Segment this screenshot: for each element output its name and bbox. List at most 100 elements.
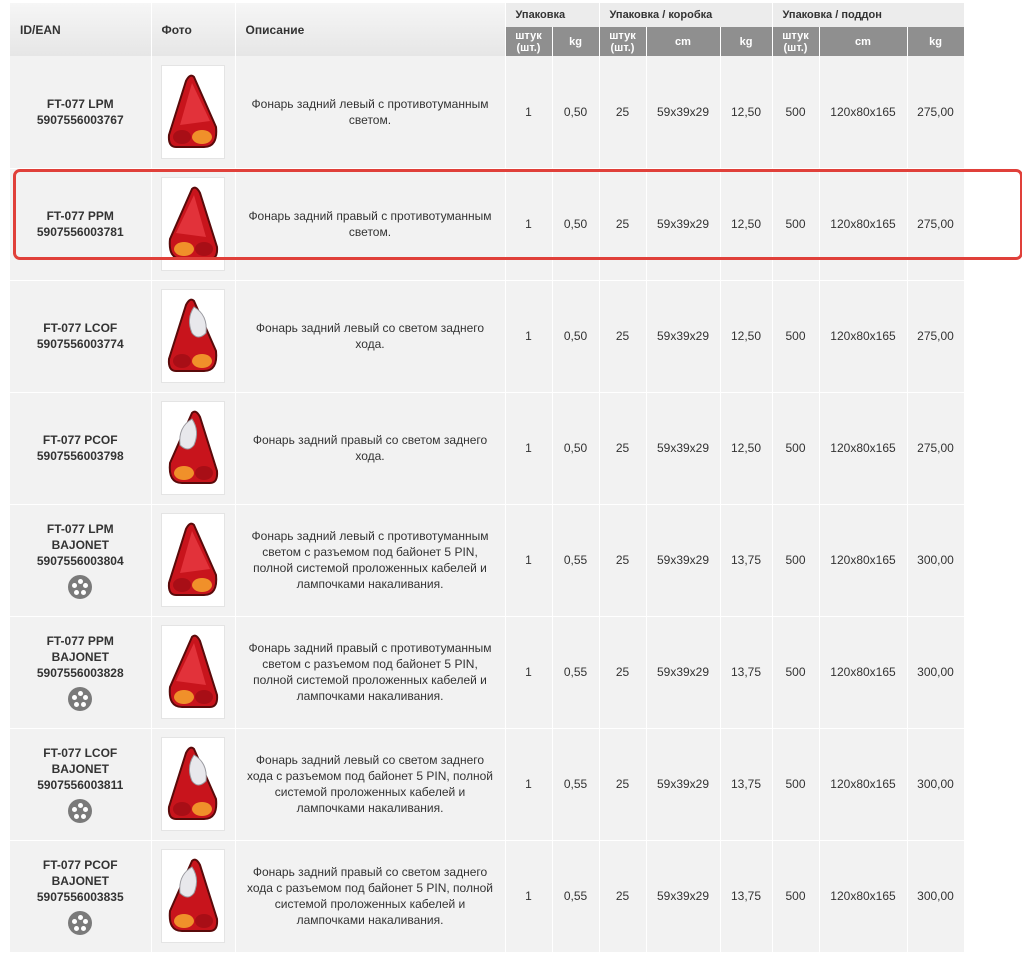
- product-table: ID/EAN Фото Описание Упаковка Упаковка /…: [10, 3, 965, 953]
- cell-box-cm: 59x39x29: [646, 616, 721, 729]
- cell-pack-pcs: 1: [505, 56, 553, 169]
- cell-box-kg: 13,75: [720, 616, 773, 729]
- tail-lamp-image: [167, 522, 218, 596]
- tail-lamp-image: [167, 298, 218, 372]
- header-id-ean: ID/EAN: [10, 3, 152, 56]
- product-photo-cell: [151, 728, 236, 841]
- product-id[interactable]: FT-077 PCOF BAJONET: [10, 857, 151, 889]
- cell-pack-kg: 0,50: [552, 392, 600, 505]
- product-description: Фонарь задний левый со светом заднего хо…: [235, 280, 506, 393]
- product-ean: 5907556003781: [36, 225, 124, 239]
- cell-box-cm: 59x39x29: [646, 728, 721, 841]
- cell-pal-pcs: 500: [772, 616, 820, 729]
- cell-box-cm: 59x39x29: [646, 504, 721, 617]
- cell-pack-pcs: 1: [505, 168, 553, 281]
- cell-pal-kg: 300,00: [907, 728, 965, 841]
- product-photo[interactable]: [161, 513, 225, 607]
- product-id[interactable]: FT-077 LCOF BAJONET: [10, 745, 151, 777]
- cell-box-pcs: 25: [599, 728, 647, 841]
- product-id-cell: FT-077 LPM 5907556003767: [10, 56, 152, 169]
- cell-pal-pcs: 500: [772, 392, 820, 505]
- cell-pal-kg: 300,00: [907, 840, 965, 953]
- cell-box-kg: 12,50: [720, 168, 773, 281]
- sub-box-cm: cm: [646, 27, 721, 56]
- cell-pal-pcs: 500: [772, 840, 820, 953]
- product-photo[interactable]: [161, 64, 225, 159]
- cell-pack-kg: 0,55: [552, 504, 600, 617]
- product-description: Фонарь задний правый с противотуманным с…: [235, 616, 506, 729]
- cell-box-cm: 59x39x29: [646, 280, 721, 393]
- connector-5pin-icon[interactable]: [68, 575, 93, 599]
- product-id[interactable]: FT-077 PPM: [10, 208, 151, 224]
- cell-pack-kg: 0,50: [552, 56, 600, 169]
- product-id-cell: FT-077 PCOF BAJONET 5907556003835: [10, 840, 152, 953]
- product-photo[interactable]: [161, 289, 225, 383]
- product-ean: 5907556003767: [36, 112, 124, 127]
- product-id[interactable]: FT-077 LCOF: [10, 320, 151, 336]
- cell-pal-kg: 275,00: [907, 280, 965, 393]
- cell-pack-pcs: 1: [505, 616, 553, 729]
- product-photo[interactable]: [161, 737, 225, 831]
- cell-box-kg: 12,50: [720, 56, 773, 169]
- product-photo-cell: [151, 616, 236, 729]
- product-photo[interactable]: [161, 177, 225, 271]
- cell-box-pcs: 25: [599, 168, 647, 281]
- tail-lamp-image: [168, 858, 219, 932]
- cell-box-kg: 13,75: [720, 504, 773, 617]
- product-id[interactable]: FT-077 LPM: [10, 96, 151, 112]
- connector-5pin-icon[interactable]: [68, 687, 93, 711]
- tail-lamp-image: [167, 746, 218, 820]
- header-group-pack: Упаковка: [505, 3, 600, 27]
- cell-pal-cm: 120x80x165: [819, 280, 908, 393]
- product-id-cell: FT-077 PCOF 5907556003798: [10, 392, 152, 505]
- header-group-pallet: Упаковка / поддон: [772, 3, 965, 27]
- product-photo-cell: [151, 56, 236, 169]
- tail-lamp-image: [168, 634, 219, 708]
- product-photo[interactable]: [161, 849, 225, 943]
- table-row: FT-077 LCOF 5907556003774 Фонарь задний ле…: [10, 280, 965, 393]
- header-photo: Фото: [151, 3, 236, 56]
- cell-pack-kg: 0,50: [552, 168, 600, 281]
- cell-box-pcs: 25: [599, 56, 647, 169]
- connector-5pin-icon[interactable]: [68, 799, 93, 823]
- product-id[interactable]: FT-077 PPM BAJONET: [10, 633, 151, 665]
- cell-pal-pcs: 500: [772, 280, 820, 393]
- sub-box-pcs: штук (шт.): [599, 27, 647, 56]
- cell-box-pcs: 25: [599, 280, 647, 393]
- table-row: FT-077 PCOF 5907556003798 Фонарь задний пр…: [10, 392, 965, 505]
- cell-pal-cm: 120x80x165: [819, 616, 908, 729]
- cell-box-cm: 59x39x29: [646, 56, 721, 169]
- product-id[interactable]: FT-077 PCOF: [10, 432, 151, 448]
- cell-box-cm: 59x39x29: [646, 168, 721, 281]
- cell-box-cm: 59x39x29: [646, 392, 721, 505]
- connector-5pin-icon[interactable]: [68, 911, 93, 935]
- cell-pack-pcs: 1: [505, 280, 553, 393]
- product-photo[interactable]: [161, 625, 225, 719]
- cell-pal-kg: 275,00: [907, 56, 965, 169]
- table-row: FT-077 PCOF BAJONET 5907556003835 Фонарь з…: [10, 840, 965, 953]
- table-row: FT-077 LCOF BAJONET 5907556003811 Фонарь з…: [10, 728, 965, 841]
- cell-box-kg: 12,50: [720, 280, 773, 393]
- product-description: Фонарь задний левый с противотуманным св…: [235, 56, 506, 169]
- cell-pack-pcs: 1: [505, 504, 553, 617]
- table-row: FT-077 PPM BAJONET 5907556003828 Фонарь за…: [10, 616, 965, 729]
- product-id-cell: FT-077 LCOF 5907556003774: [10, 280, 152, 393]
- tail-lamp-image: [168, 186, 219, 260]
- product-id-cell: FT-077 LPM BAJONET 5907556003804: [10, 504, 152, 617]
- product-id[interactable]: FT-077 LPM BAJONET: [10, 521, 151, 553]
- cell-pal-cm: 120x80x165: [819, 840, 908, 953]
- product-ean: 5907556003804: [36, 554, 124, 568]
- cell-pal-pcs: 500: [772, 56, 820, 169]
- cell-pal-cm: 120x80x165: [819, 56, 908, 169]
- cell-pal-kg: 300,00: [907, 616, 965, 729]
- cell-pack-kg: 0,55: [552, 728, 600, 841]
- product-photo[interactable]: [161, 401, 225, 495]
- product-ean: 5907556003811: [37, 778, 124, 792]
- cell-pal-cm: 120x80x165: [819, 392, 908, 505]
- cell-pal-pcs: 500: [772, 728, 820, 841]
- table-row: FT-077 LPM BAJONET 5907556003804 Фонарь за…: [10, 504, 965, 617]
- table-row: FT-077 PPM 5907556003781 Фонарь задний пра…: [10, 168, 965, 281]
- product-photo-cell: [151, 280, 236, 393]
- cell-box-cm: 59x39x29: [646, 840, 721, 953]
- sub-box-kg: kg: [720, 27, 773, 56]
